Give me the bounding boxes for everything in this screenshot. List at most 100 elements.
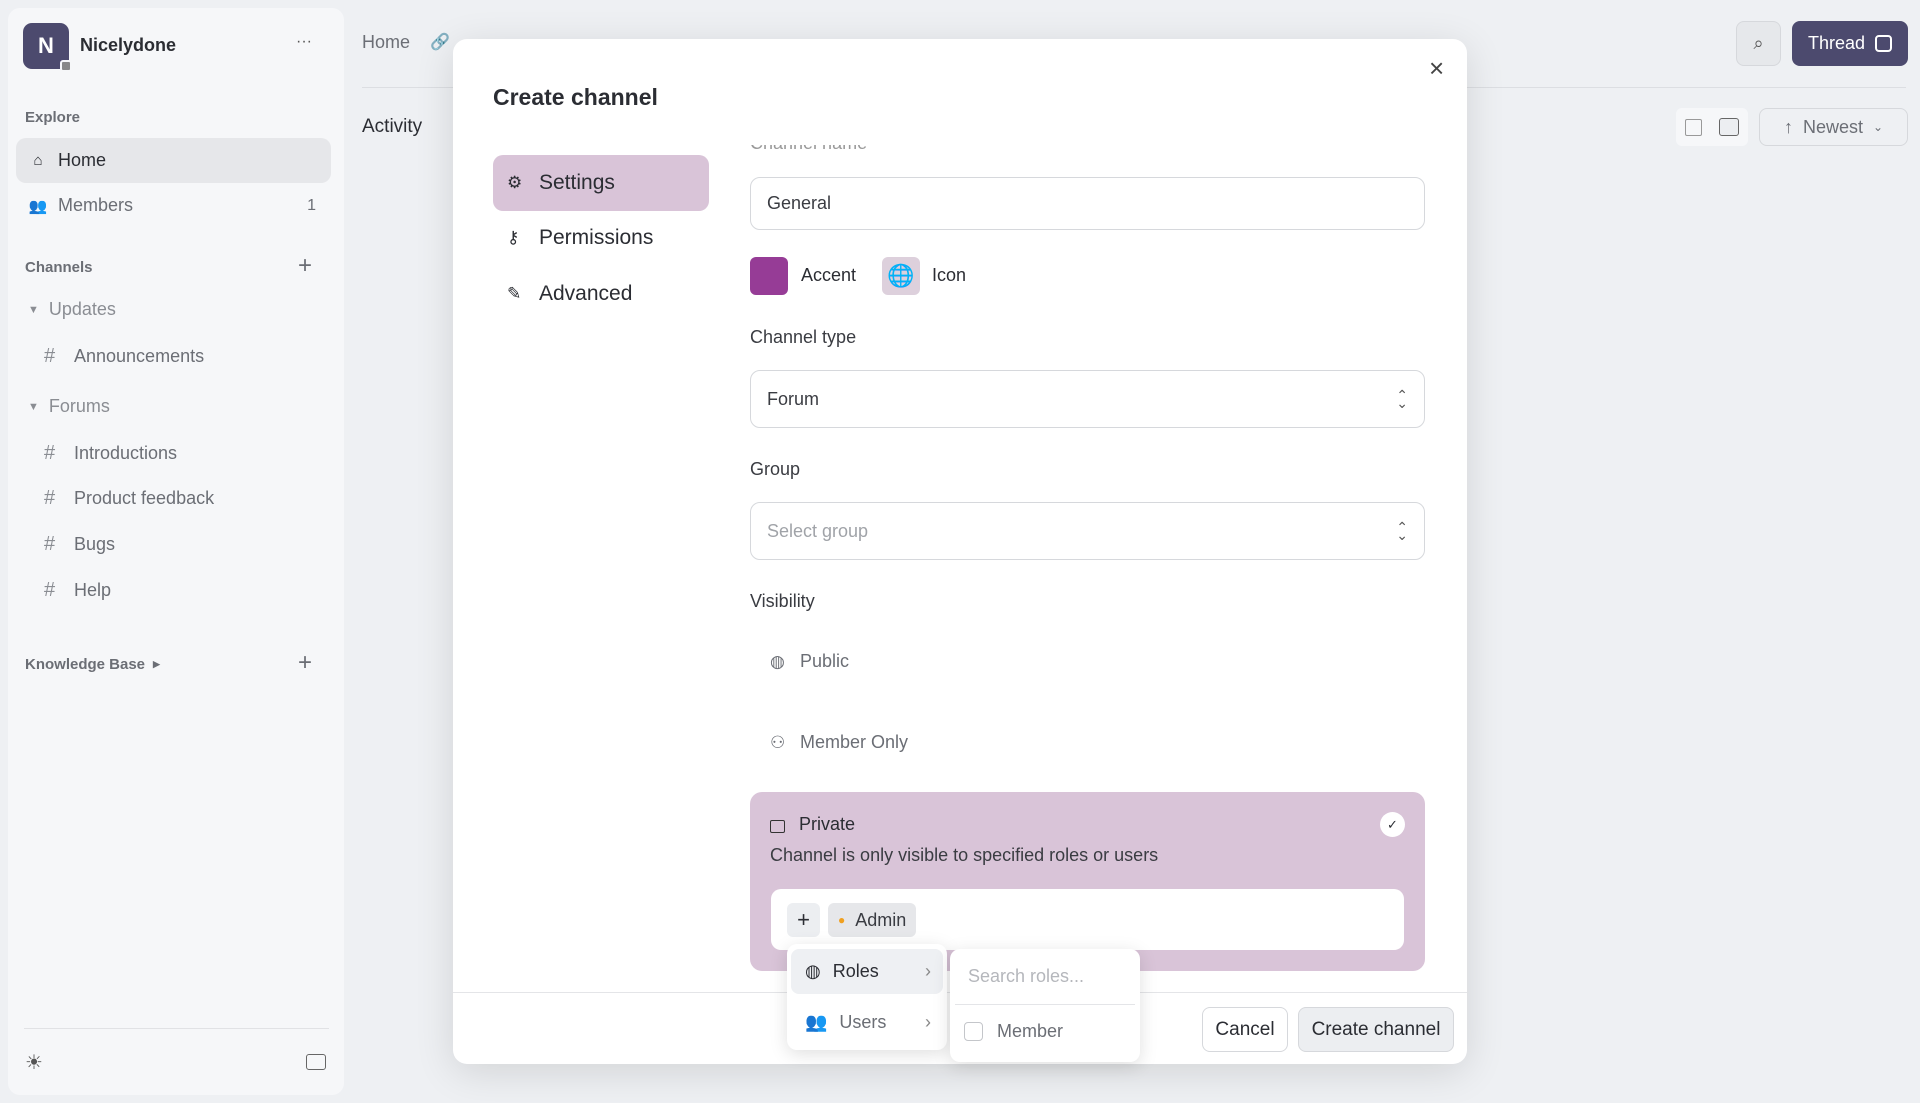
accent-label: Accent bbox=[801, 265, 856, 286]
label: Announcements bbox=[74, 346, 204, 367]
role-option-member[interactable]: Member bbox=[964, 1021, 1063, 1042]
chevron-right-icon: › bbox=[925, 961, 931, 982]
edit-icon bbox=[1875, 35, 1892, 52]
sidebar-item-home[interactable]: ⌂Home bbox=[16, 138, 331, 183]
label: Settings bbox=[539, 171, 615, 195]
hash-icon: # bbox=[44, 533, 64, 556]
channel-name-label: Channel name bbox=[750, 145, 1150, 154]
label: Member bbox=[997, 1021, 1063, 1042]
chevron-down-icon: ⌄ bbox=[1873, 120, 1883, 134]
label: Public bbox=[800, 651, 849, 672]
thread-button[interactable]: Thread bbox=[1792, 21, 1908, 66]
create-channel-button[interactable]: Create channel bbox=[1298, 1007, 1454, 1052]
label: Private bbox=[799, 814, 855, 835]
list-view-icon[interactable] bbox=[1685, 119, 1702, 136]
collapse-sidebar-icon[interactable] bbox=[306, 1054, 326, 1070]
globe-icon: ◍ bbox=[805, 961, 821, 982]
globe-icon: ◍ bbox=[770, 652, 790, 672]
label: Introductions bbox=[74, 443, 177, 464]
tab-advanced[interactable]: ✎ Advanced bbox=[493, 266, 709, 322]
group-label: Group bbox=[750, 459, 800, 480]
value: Forum bbox=[767, 389, 819, 410]
checkbox[interactable] bbox=[964, 1022, 983, 1041]
accent-color-swatch[interactable] bbox=[750, 257, 788, 295]
role-chip-admin[interactable]: ● Admin bbox=[828, 903, 916, 937]
arrow-up-icon: ↑ bbox=[1784, 117, 1793, 138]
avatar-initial: N bbox=[38, 33, 54, 59]
channel-introductions[interactable]: # Introductions bbox=[44, 442, 177, 465]
group-select[interactable]: Select group⌃⌄ bbox=[750, 502, 1425, 560]
users-icon: 👥 bbox=[805, 1012, 827, 1033]
theme-toggle-icon[interactable]: ☀ bbox=[25, 1050, 43, 1075]
members-count: 1 bbox=[307, 197, 316, 215]
cancel-button[interactable]: Cancel bbox=[1202, 1007, 1288, 1052]
menu-item-users[interactable]: 👥 Users › bbox=[791, 1000, 943, 1045]
label: Member Only bbox=[800, 732, 908, 753]
search-button[interactable]: ⌕ bbox=[1736, 21, 1781, 66]
lock-icon bbox=[770, 820, 785, 833]
pen-icon: ✎ bbox=[507, 284, 527, 304]
caret-down-icon: ▼ bbox=[28, 401, 39, 413]
channel-announcements[interactable]: # Announcements bbox=[44, 345, 204, 368]
label: Updates bbox=[49, 299, 116, 320]
chevron-updown-icon: ⌃⌄ bbox=[1396, 391, 1408, 407]
add-knowledge-base-icon[interactable]: + bbox=[298, 649, 312, 677]
create-channel-modal: Create channel × ⚙Settings ⚷Permissions … bbox=[453, 39, 1467, 1064]
more-icon[interactable]: ··· bbox=[296, 33, 312, 51]
view-toggle[interactable] bbox=[1676, 108, 1748, 146]
private-description: Channel is only visible to specified rol… bbox=[770, 845, 1158, 866]
divider bbox=[24, 1028, 329, 1029]
add-channel-icon[interactable]: + bbox=[298, 252, 312, 280]
group-forums[interactable]: ▼ Forums bbox=[28, 396, 110, 417]
hash-icon: # bbox=[44, 442, 64, 465]
sort-dropdown[interactable]: ↑Newest⌄ bbox=[1759, 108, 1908, 146]
label: Admin bbox=[855, 910, 906, 931]
modal-title: Create channel bbox=[493, 84, 658, 111]
roles-submenu: Search roles... Member bbox=[950, 949, 1140, 1062]
label: Members bbox=[58, 195, 133, 216]
visibility-label: Visibility bbox=[750, 591, 815, 612]
caret-down-icon: ▼ bbox=[28, 304, 39, 316]
link-icon[interactable]: 🔗 bbox=[430, 32, 450, 52]
tab-settings[interactable]: ⚙ Settings bbox=[493, 155, 709, 211]
visibility-member-only[interactable]: ⚇Member Only bbox=[770, 732, 908, 753]
close-icon[interactable]: × bbox=[1429, 53, 1444, 84]
hash-icon: # bbox=[44, 345, 64, 368]
label: Help bbox=[74, 580, 111, 601]
label: Permissions bbox=[539, 226, 653, 250]
menu-item-roles[interactable]: ◍ Roles › bbox=[791, 949, 943, 994]
gear-icon: ⚙ bbox=[507, 173, 527, 193]
dot-icon: ● bbox=[838, 913, 845, 927]
check-icon: ✓ bbox=[1380, 812, 1405, 837]
channel-help[interactable]: #Help bbox=[44, 579, 111, 602]
channel-bugs[interactable]: # Bugs bbox=[44, 533, 115, 556]
tab-permissions[interactable]: ⚷Permissions bbox=[493, 210, 709, 266]
chevron-right-icon: › bbox=[925, 1012, 931, 1033]
label: Roles bbox=[833, 961, 879, 982]
channel-type-label: Channel type bbox=[750, 327, 856, 348]
label: Advanced bbox=[539, 282, 632, 306]
search-roles-input[interactable]: Search roles... bbox=[968, 966, 1084, 987]
add-menu: ◍ Roles › 👥 Users › bbox=[787, 944, 947, 1050]
channel-type-select[interactable]: Forum ⌃⌄ bbox=[750, 370, 1425, 428]
breadcrumb[interactable]: Home bbox=[362, 32, 410, 53]
group-updates[interactable]: ▼ Updates bbox=[28, 299, 116, 320]
visibility-public[interactable]: ◍ Public bbox=[770, 651, 849, 672]
label: Bugs bbox=[74, 534, 115, 555]
private-title: Private bbox=[770, 814, 855, 835]
caret-right-icon: ▶ bbox=[153, 659, 160, 670]
users-icon: 👥 bbox=[28, 197, 48, 215]
sidebar-item-members[interactable]: 👥 Members 1 bbox=[16, 183, 331, 228]
roles-users-input[interactable]: + ● Admin bbox=[771, 889, 1404, 950]
knowledge-base-toggle[interactable]: Knowledge Base▶ bbox=[25, 656, 160, 673]
label: Forums bbox=[49, 396, 110, 417]
globe-icon[interactable]: 🌐 bbox=[882, 257, 920, 295]
label: Users bbox=[839, 1012, 886, 1033]
card-view-icon[interactable] bbox=[1719, 118, 1739, 136]
channel-product-feedback[interactable]: #Product feedback bbox=[44, 487, 214, 510]
add-role-button[interactable]: + bbox=[787, 903, 820, 937]
icon-label: Icon bbox=[932, 265, 966, 286]
label: Thread bbox=[1808, 33, 1865, 54]
label-clip: Channel name bbox=[750, 145, 1150, 155]
channel-name-input[interactable]: General bbox=[750, 177, 1425, 230]
